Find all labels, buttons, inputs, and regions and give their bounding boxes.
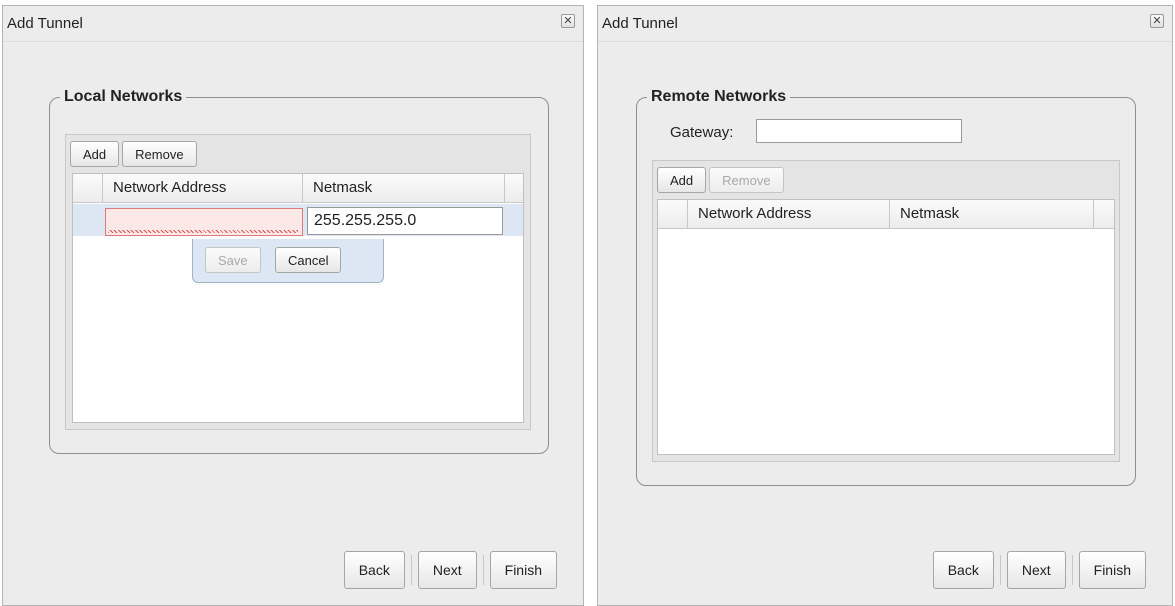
grid-toolbar: Add Remove	[657, 167, 784, 193]
remote-networks-grid: Add Remove Network Address Netmask	[652, 160, 1120, 462]
network-address-input[interactable]	[105, 208, 303, 236]
invalid-underline	[108, 230, 298, 233]
cancel-button[interactable]: Cancel	[275, 247, 342, 273]
finish-button[interactable]: Finish	[489, 551, 557, 589]
back-button[interactable]: Back	[343, 551, 405, 589]
column-header-netmask[interactable]: Netmask	[303, 174, 505, 202]
row-editor-buttons: Save Cancel	[192, 239, 384, 283]
next-button[interactable]: Next	[417, 551, 477, 589]
column-header-netmask[interactable]: Netmask	[890, 200, 1094, 228]
back-button[interactable]: Back	[932, 551, 994, 589]
close-icon[interactable]: ✕	[1150, 14, 1164, 28]
local-networks-grid: Add Remove Network Address Netmask 255.2…	[65, 134, 531, 430]
grid-body: Network Address Netmask 255.255.255.0	[72, 173, 524, 423]
button-separator	[1071, 555, 1073, 585]
wizard-footer: Back Next Finish	[932, 551, 1146, 589]
netmask-input[interactable]: 255.255.255.0	[307, 207, 503, 235]
gateway-input[interactable]	[756, 119, 962, 143]
grid-header: Network Address Netmask	[658, 200, 1114, 229]
add-tunnel-dialog-local: Add Tunnel ✕ Local Networks Add Remove N…	[2, 5, 584, 606]
add-button[interactable]: Add	[70, 141, 120, 167]
group-title: Remote Networks	[651, 88, 787, 105]
column-header-network-address[interactable]: Network Address	[103, 174, 303, 202]
select-column-header	[73, 174, 103, 202]
grid-header: Network Address Netmask	[73, 174, 523, 203]
add-button[interactable]: Add	[657, 167, 707, 193]
remove-button[interactable]: Remove	[122, 141, 197, 167]
gateway-label: Gateway:	[670, 124, 734, 141]
button-separator	[999, 555, 1001, 585]
button-separator	[410, 555, 412, 585]
grid-toolbar: Add Remove	[70, 141, 197, 167]
finish-button[interactable]: Finish	[1078, 551, 1146, 589]
remove-button[interactable]: Remove	[709, 167, 784, 193]
column-header-network-address[interactable]: Network Address	[688, 200, 890, 228]
dialog-title: Add Tunnel	[3, 6, 583, 42]
select-column-header	[658, 200, 688, 228]
next-button[interactable]: Next	[1006, 551, 1066, 589]
add-tunnel-dialog-remote: Add Tunnel ✕ Remote Networks Gateway: Ad…	[597, 5, 1173, 606]
save-button[interactable]: Save	[205, 247, 261, 273]
close-icon[interactable]: ✕	[561, 14, 575, 28]
editing-row: 255.255.255.0	[73, 204, 523, 236]
wizard-footer: Back Next Finish	[343, 551, 557, 589]
button-separator	[482, 555, 484, 585]
grid-body: Network Address Netmask	[657, 199, 1115, 455]
dialog-title: Add Tunnel	[598, 6, 1172, 42]
group-title: Local Networks	[64, 88, 183, 105]
